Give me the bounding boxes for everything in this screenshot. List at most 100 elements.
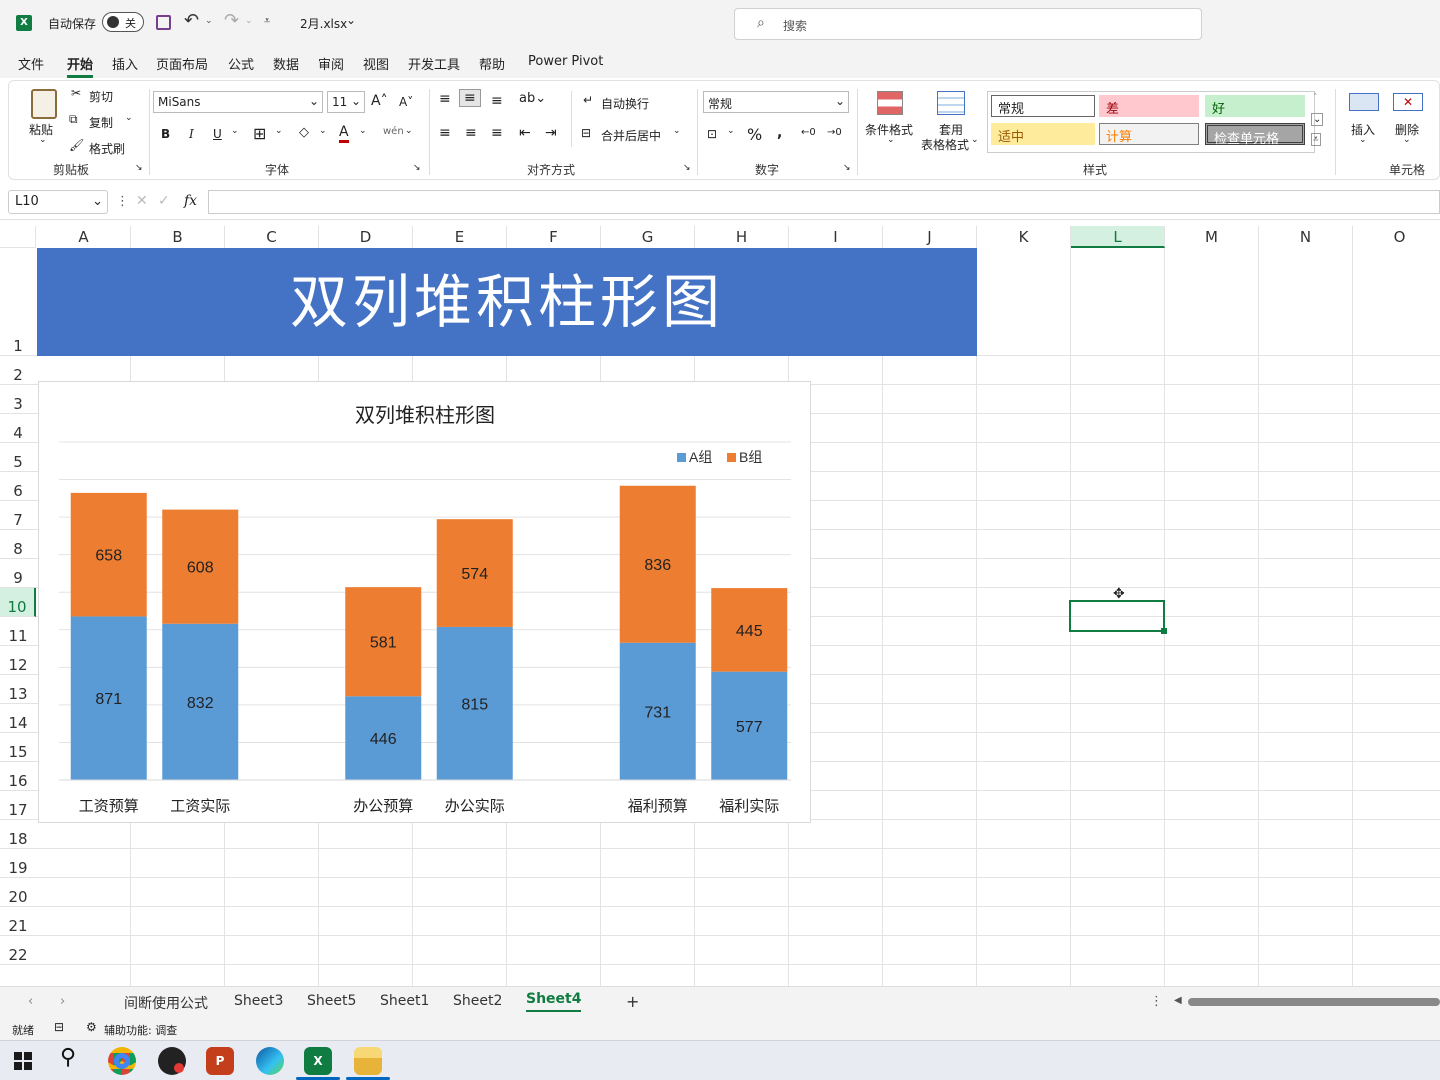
tab-intermittent[interactable]: 间断使用公式 [124,993,208,1013]
column-header-d[interactable]: D [319,226,413,248]
recorder-app-icon[interactable] [158,1047,186,1075]
underline-button[interactable]: U [213,127,222,141]
delete-cells-icon[interactable]: ✕ [1393,93,1423,111]
font-name-select[interactable]: MiSans ⌄ [153,91,323,113]
row-header-5[interactable]: 5 [0,443,36,472]
increase-font-icon[interactable]: A˄ [371,93,388,109]
row-header-11[interactable]: 11 [0,617,36,646]
paste-dropdown-icon[interactable]: ⌄ [39,135,47,145]
font-color-icon[interactable]: A [339,124,349,143]
row-header-19[interactable]: 19 [0,849,36,878]
format-painter-button[interactable]: 格式刷 [89,140,125,157]
align-center-icon[interactable]: ≡ [465,125,477,141]
bold-button[interactable]: B [161,127,170,141]
fill-handle[interactable] [1161,628,1167,634]
scroll-left-icon[interactable]: ◀ [1174,995,1182,1006]
row-header-4[interactable]: 4 [0,414,36,443]
menu-data[interactable]: 数据 [273,54,299,73]
merge-center-icon[interactable]: ⊟ [581,126,591,140]
column-header-n[interactable]: N [1259,226,1353,248]
select-all-corner[interactable] [0,226,36,248]
style-good[interactable]: 好 [1205,95,1305,117]
border-icon[interactable]: ⊞ [253,124,266,143]
autosave-toggle[interactable]: 关 [102,12,144,32]
menu-file[interactable]: 文件 [18,54,44,73]
menu-developer[interactable]: 开发工具 [408,54,460,73]
next-sheet-icon[interactable]: › [60,994,65,1009]
paste-icon[interactable] [31,89,57,119]
copy-button[interactable]: 复制 [89,114,113,131]
insert-dropdown-icon[interactable]: ⌄ [1359,135,1367,145]
save-icon[interactable] [156,15,171,30]
gallery-more-icon[interactable]: ⩡ [1311,133,1321,146]
style-normal[interactable]: 常规 [991,95,1095,117]
align-middle-icon[interactable]: ≡ [459,89,481,107]
font-launcher-icon[interactable]: ↘ [413,163,421,173]
tab-sheet1[interactable]: Sheet1 [380,993,429,1009]
border-dropdown-icon[interactable]: ⌄ [275,126,283,136]
comma-style-icon[interactable]: , [777,125,782,141]
row-header-22[interactable]: 22 [0,936,36,965]
accessibility-status[interactable]: 辅助功能: 调查 [104,1022,177,1038]
fill-color-icon[interactable]: ◇ [299,125,309,140]
row-header-16[interactable]: 16 [0,762,36,791]
row-header-13[interactable]: 13 [0,675,36,704]
accessibility-icon[interactable]: ⚙ [86,1020,97,1034]
undo-dropdown-icon[interactable]: ⌄ [205,16,213,26]
formula-input[interactable] [208,190,1440,214]
conditional-dropdown-icon[interactable]: ⌄ [887,135,895,145]
search-taskbar-icon[interactable]: ⚲ [60,1045,76,1070]
tab-sheet3[interactable]: Sheet3 [234,993,283,1009]
decrease-indent-icon[interactable]: ⇤ [519,125,531,141]
menu-page-layout[interactable]: 页面布局 [156,54,208,73]
column-header-m[interactable]: M [1165,226,1259,248]
underline-dropdown-icon[interactable]: ⌄ [231,126,239,136]
redo-icon[interactable]: ↷ [224,10,239,31]
chart-area[interactable]: 双列堆积柱形图 A组 B组 871 658 工资预算 832 608 工资实际 446 581 办公预… [38,381,811,823]
align-top-icon[interactable]: ≡ [439,91,451,107]
more-options-icon[interactable]: ⋮ [116,194,129,209]
font-size-select[interactable]: 11 ⌄ [327,91,365,113]
column-header-g[interactable]: G [601,226,695,248]
insert-function-button[interactable]: fx [184,193,197,209]
style-bad[interactable]: 差 [1099,95,1199,117]
redo-dropdown-icon[interactable]: ⌄ [245,16,253,26]
row-header-20[interactable]: 20 [0,878,36,907]
accounting-format-icon[interactable]: ⊡ [707,127,717,141]
powerpoint-icon[interactable]: P [206,1047,234,1075]
align-right-icon[interactable]: ≡ [491,125,503,141]
percent-button[interactable]: % [747,125,762,144]
wrap-text-button[interactable]: 自动换行 [601,95,649,112]
style-check-cell[interactable]: 检查单元格 [1205,123,1305,147]
decrease-font-icon[interactable]: A˅ [399,95,413,109]
row-header-1[interactable]: 1 [0,248,36,356]
tab-sheet4[interactable]: Sheet4 [526,991,582,1012]
banner-title[interactable]: 双列堆积柱形图 [37,248,977,356]
horizontal-scrollbar[interactable] [1188,998,1440,1006]
phonetic-dropdown-icon[interactable]: ⌄ [405,126,413,136]
insert-cells-icon[interactable] [1349,93,1379,111]
gallery-down-icon[interactable]: ⌄ [1311,113,1324,126]
cut-button[interactable]: 剪切 [89,88,113,105]
selected-cell[interactable] [1069,600,1165,632]
copy-icon[interactable]: ⧉ [69,112,78,127]
row-header-14[interactable]: 14 [0,704,36,733]
column-header-l[interactable]: L [1071,226,1165,248]
name-box[interactable]: L10 ⌄ [8,190,108,214]
format-table-line2[interactable]: 表格格式 [921,136,969,153]
menu-home[interactable]: 开始 [67,54,94,78]
windows-start-icon[interactable] [14,1052,32,1070]
italic-button[interactable]: I [189,127,194,141]
phonetic-icon[interactable]: wén [383,126,404,137]
file-name[interactable]: 2月.xlsx [300,15,347,32]
edge-icon[interactable] [256,1047,284,1075]
accounting-dropdown-icon[interactable]: ⌄ [727,126,735,136]
macro-record-icon[interactable]: ⊟ [54,1020,64,1034]
column-header-e[interactable]: E [413,226,507,248]
format-painter-icon[interactable]: 🖌 [69,138,84,152]
orientation-icon[interactable]: ab⌄ [519,91,546,106]
fill-dropdown-icon[interactable]: ⌄ [319,126,327,136]
column-header-j[interactable]: J [883,226,977,248]
column-header-b[interactable]: B [131,226,225,248]
style-calculation[interactable]: 计算 [1099,123,1199,145]
